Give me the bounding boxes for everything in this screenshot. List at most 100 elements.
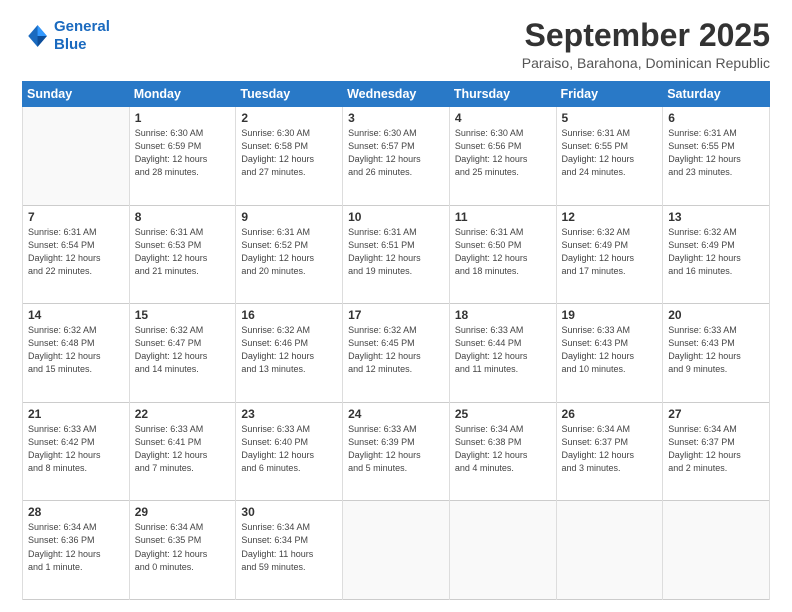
day-number: 6: [668, 111, 765, 125]
calendar-cell: [556, 501, 663, 600]
day-number: 16: [241, 308, 338, 322]
day-info: Sunrise: 6:30 AM Sunset: 6:57 PM Dayligh…: [348, 127, 445, 179]
week-row-4: 28 Sunrise: 6:34 AM Sunset: 6:36 PM Dayli…: [23, 501, 770, 600]
day-number: 4: [455, 111, 552, 125]
week-row-0: 1 Sunrise: 6:30 AM Sunset: 6:59 PM Daylig…: [23, 107, 770, 206]
day-info: Sunrise: 6:30 AM Sunset: 6:58 PM Dayligh…: [241, 127, 338, 179]
day-info: Sunrise: 6:33 AM Sunset: 6:44 PM Dayligh…: [455, 324, 552, 376]
day-number: 5: [562, 111, 659, 125]
day-info: Sunrise: 6:32 AM Sunset: 6:47 PM Dayligh…: [135, 324, 232, 376]
calendar-cell: 16 Sunrise: 6:32 AM Sunset: 6:46 PM Dayli…: [236, 304, 343, 403]
day-number: 27: [668, 407, 765, 421]
calendar-cell: 21 Sunrise: 6:33 AM Sunset: 6:42 PM Dayli…: [23, 402, 130, 501]
day-info: Sunrise: 6:32 AM Sunset: 6:45 PM Dayligh…: [348, 324, 445, 376]
day-info: Sunrise: 6:31 AM Sunset: 6:51 PM Dayligh…: [348, 226, 445, 278]
calendar-body: 1 Sunrise: 6:30 AM Sunset: 6:59 PM Daylig…: [23, 107, 770, 600]
day-info: Sunrise: 6:33 AM Sunset: 6:43 PM Dayligh…: [562, 324, 659, 376]
day-number: 8: [135, 210, 232, 224]
logo-line1: General: [54, 18, 110, 35]
logo-line2: Blue: [54, 36, 87, 53]
weekday-monday: Monday: [129, 82, 236, 107]
day-info: Sunrise: 6:34 AM Sunset: 6:37 PM Dayligh…: [562, 423, 659, 475]
day-info: Sunrise: 6:34 AM Sunset: 6:37 PM Dayligh…: [668, 423, 765, 475]
day-number: 2: [241, 111, 338, 125]
day-info: Sunrise: 6:32 AM Sunset: 6:49 PM Dayligh…: [668, 226, 765, 278]
day-number: 26: [562, 407, 659, 421]
day-info: Sunrise: 6:33 AM Sunset: 6:43 PM Dayligh…: [668, 324, 765, 376]
week-row-2: 14 Sunrise: 6:32 AM Sunset: 6:48 PM Dayli…: [23, 304, 770, 403]
day-number: 30: [241, 505, 338, 519]
day-number: 28: [28, 505, 125, 519]
day-number: 24: [348, 407, 445, 421]
calendar-cell: 11Sunrise: 6:31 AM Sunset: 6:50 PM Dayli…: [449, 205, 556, 304]
day-number: 10: [348, 210, 445, 224]
calendar-cell: 18 Sunrise: 6:33 AM Sunset: 6:44 PM Dayli…: [449, 304, 556, 403]
calendar-cell: 1 Sunrise: 6:30 AM Sunset: 6:59 PM Daylig…: [129, 107, 236, 206]
calendar-cell: 4Sunrise: 6:30 AM Sunset: 6:56 PM Daylig…: [449, 107, 556, 206]
day-number: 18: [455, 308, 552, 322]
day-number: 20: [668, 308, 765, 322]
calendar-cell: 2 Sunrise: 6:30 AM Sunset: 6:58 PM Daylig…: [236, 107, 343, 206]
weekday-sunday: Sunday: [23, 82, 130, 107]
logo: General Blue: [22, 18, 110, 54]
day-number: 22: [135, 407, 232, 421]
day-info: Sunrise: 6:32 AM Sunset: 6:46 PM Dayligh…: [241, 324, 338, 376]
day-number: 11: [455, 210, 552, 224]
calendar-table: SundayMondayTuesdayWednesdayThursdayFrid…: [22, 81, 770, 600]
calendar-cell: [449, 501, 556, 600]
weekday-saturday: Saturday: [663, 82, 770, 107]
day-number: 14: [28, 308, 125, 322]
calendar-cell: 15 Sunrise: 6:32 AM Sunset: 6:47 PM Dayli…: [129, 304, 236, 403]
calendar-cell: 3 Sunrise: 6:30 AM Sunset: 6:57 PM Daylig…: [343, 107, 450, 206]
weekday-header-row: SundayMondayTuesdayWednesdayThursdayFrid…: [23, 82, 770, 107]
day-number: 1: [135, 111, 232, 125]
calendar-cell: 12Sunrise: 6:32 AM Sunset: 6:49 PM Dayli…: [556, 205, 663, 304]
calendar-cell: 10 Sunrise: 6:31 AM Sunset: 6:51 PM Dayli…: [343, 205, 450, 304]
day-info: Sunrise: 6:34 AM Sunset: 6:34 PM Dayligh…: [241, 521, 338, 573]
calendar-cell: 19 Sunrise: 6:33 AM Sunset: 6:43 PM Dayli…: [556, 304, 663, 403]
day-number: 15: [135, 308, 232, 322]
calendar-cell: 30 Sunrise: 6:34 AM Sunset: 6:34 PM Dayli…: [236, 501, 343, 600]
day-info: Sunrise: 6:31 AM Sunset: 6:53 PM Dayligh…: [135, 226, 232, 278]
day-number: 12: [562, 210, 659, 224]
calendar-cell: 26 Sunrise: 6:34 AM Sunset: 6:37 PM Dayli…: [556, 402, 663, 501]
day-number: 19: [562, 308, 659, 322]
day-number: 3: [348, 111, 445, 125]
weekday-friday: Friday: [556, 82, 663, 107]
day-info: Sunrise: 6:33 AM Sunset: 6:42 PM Dayligh…: [28, 423, 125, 475]
title-block: September 2025 Paraiso, Barahona, Domini…: [522, 18, 770, 71]
day-number: 13: [668, 210, 765, 224]
calendar-cell: 22Sunrise: 6:33 AM Sunset: 6:41 PM Dayli…: [129, 402, 236, 501]
day-info: Sunrise: 6:30 AM Sunset: 6:59 PM Dayligh…: [135, 127, 232, 179]
calendar-cell: 20 Sunrise: 6:33 AM Sunset: 6:43 PM Dayli…: [663, 304, 770, 403]
week-row-3: 21 Sunrise: 6:33 AM Sunset: 6:42 PM Dayli…: [23, 402, 770, 501]
day-info: Sunrise: 6:33 AM Sunset: 6:39 PM Dayligh…: [348, 423, 445, 475]
day-number: 29: [135, 505, 232, 519]
calendar-cell: [663, 501, 770, 600]
calendar-cell: 8 Sunrise: 6:31 AM Sunset: 6:53 PM Daylig…: [129, 205, 236, 304]
logo-icon: [22, 22, 50, 50]
day-info: Sunrise: 6:34 AM Sunset: 6:36 PM Dayligh…: [28, 521, 125, 573]
week-row-1: 7Sunrise: 6:31 AM Sunset: 6:54 PM Daylig…: [23, 205, 770, 304]
calendar-cell: 5Sunrise: 6:31 AM Sunset: 6:55 PM Daylig…: [556, 107, 663, 206]
weekday-thursday: Thursday: [449, 82, 556, 107]
calendar-cell: 27 Sunrise: 6:34 AM Sunset: 6:37 PM Dayli…: [663, 402, 770, 501]
calendar-cell: 14 Sunrise: 6:32 AM Sunset: 6:48 PM Dayli…: [23, 304, 130, 403]
day-number: 25: [455, 407, 552, 421]
calendar-cell: 23Sunrise: 6:33 AM Sunset: 6:40 PM Dayli…: [236, 402, 343, 501]
day-number: 21: [28, 407, 125, 421]
day-number: 17: [348, 308, 445, 322]
page: General Blue September 2025 Paraiso, Bar…: [0, 0, 792, 612]
day-info: Sunrise: 6:32 AM Sunset: 6:48 PM Dayligh…: [28, 324, 125, 376]
weekday-tuesday: Tuesday: [236, 82, 343, 107]
day-number: 23: [241, 407, 338, 421]
logo-text: General Blue: [54, 18, 110, 54]
calendar-cell: 13 Sunrise: 6:32 AM Sunset: 6:49 PM Dayli…: [663, 205, 770, 304]
header: General Blue September 2025 Paraiso, Bar…: [22, 18, 770, 71]
calendar-cell: 6 Sunrise: 6:31 AM Sunset: 6:55 PM Daylig…: [663, 107, 770, 206]
day-info: Sunrise: 6:31 AM Sunset: 6:52 PM Dayligh…: [241, 226, 338, 278]
day-info: Sunrise: 6:31 AM Sunset: 6:55 PM Dayligh…: [668, 127, 765, 179]
month-title: September 2025: [522, 18, 770, 53]
calendar-cell: [23, 107, 130, 206]
calendar-header: SundayMondayTuesdayWednesdayThursdayFrid…: [23, 82, 770, 107]
